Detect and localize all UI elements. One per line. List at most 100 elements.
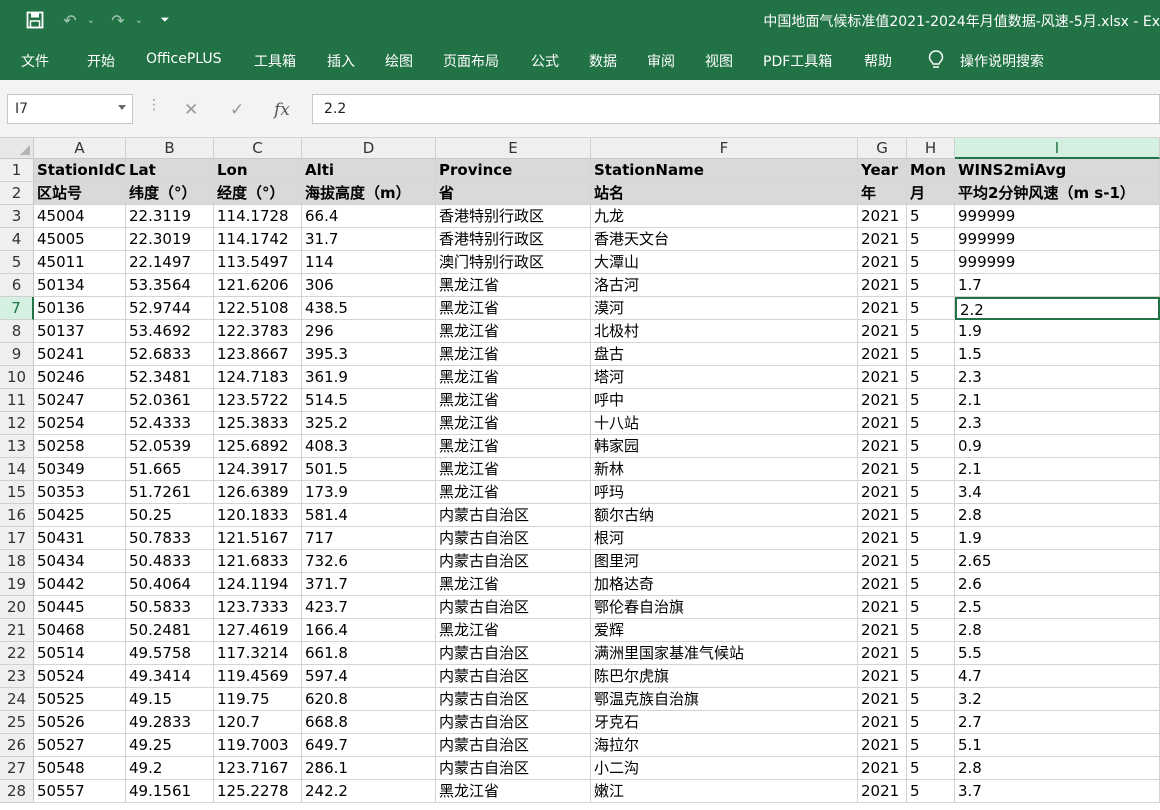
cell-e10[interactable]: 黑龙江省 xyxy=(436,366,591,389)
cell-i1[interactable]: WINS2miAvg xyxy=(955,159,1160,182)
cell-i9[interactable]: 1.5 xyxy=(955,343,1160,366)
cell-f16[interactable]: 额尔古纳 xyxy=(591,504,858,527)
cell-e25[interactable]: 内蒙古自治区 xyxy=(436,711,591,734)
tell-me-search[interactable]: 操作说明搜索 xyxy=(960,51,1044,71)
cell-b27[interactable]: 49.2 xyxy=(126,757,214,780)
cell-a21[interactable]: 50468 xyxy=(34,619,126,642)
cell-c14[interactable]: 124.3917 xyxy=(214,458,302,481)
cell-c15[interactable]: 126.6389 xyxy=(214,481,302,504)
cell-i8[interactable]: 1.9 xyxy=(955,320,1160,343)
cell-i20[interactable]: 2.5 xyxy=(955,596,1160,619)
cell-i15[interactable]: 3.4 xyxy=(955,481,1160,504)
tab-review[interactable]: 审阅 xyxy=(647,51,675,71)
cell-h20[interactable]: 5 xyxy=(907,596,955,619)
cell-f28[interactable]: 嫩江 xyxy=(591,780,858,803)
row-header-8[interactable]: 8 xyxy=(0,320,34,343)
cell-a27[interactable]: 50548 xyxy=(34,757,126,780)
formula-input[interactable]: 2.2 xyxy=(312,94,1160,124)
cell-f10[interactable]: 塔河 xyxy=(591,366,858,389)
cell-a25[interactable]: 50526 xyxy=(34,711,126,734)
worksheet-grid[interactable]: ABCDEFGHI 1 StationIdC Lat Lon Alti Province S… xyxy=(0,138,1160,810)
cell-f12[interactable]: 十八站 xyxy=(591,412,858,435)
cell-a6[interactable]: 50134 xyxy=(34,274,126,297)
row-header-26[interactable]: 26 xyxy=(0,734,34,757)
tab-toolbox[interactable]: 工具箱 xyxy=(254,51,296,71)
cell-g4[interactable]: 2021 xyxy=(858,228,907,251)
cell-f11[interactable]: 呼中 xyxy=(591,389,858,412)
cell-g18[interactable]: 2021 xyxy=(858,550,907,573)
cell-e5[interactable]: 澳门特别行政区 xyxy=(436,251,591,274)
cell-b5[interactable]: 22.1497 xyxy=(126,251,214,274)
cell-g6[interactable]: 2021 xyxy=(858,274,907,297)
tab-draw[interactable]: 绘图 xyxy=(385,51,413,71)
cell-e7[interactable]: 黑龙江省 xyxy=(436,297,591,320)
cell-i26[interactable]: 5.1 xyxy=(955,734,1160,757)
cell-a19[interactable]: 50442 xyxy=(34,573,126,596)
cell-i21[interactable]: 2.8 xyxy=(955,619,1160,642)
cell-g21[interactable]: 2021 xyxy=(858,619,907,642)
column-header-f[interactable]: F xyxy=(591,138,858,159)
cell-a26[interactable]: 50527 xyxy=(34,734,126,757)
cell-i12[interactable]: 2.3 xyxy=(955,412,1160,435)
cell-c17[interactable]: 121.5167 xyxy=(214,527,302,550)
column-header-e[interactable]: E xyxy=(436,138,591,159)
cell-c28[interactable]: 125.2278 xyxy=(214,780,302,803)
cell-i23[interactable]: 4.7 xyxy=(955,665,1160,688)
cell-b22[interactable]: 49.5758 xyxy=(126,642,214,665)
row-header-27[interactable]: 27 xyxy=(0,757,34,780)
cell-c10[interactable]: 124.7183 xyxy=(214,366,302,389)
cell-e8[interactable]: 黑龙江省 xyxy=(436,320,591,343)
cell-i22[interactable]: 5.5 xyxy=(955,642,1160,665)
cell-i25[interactable]: 2.7 xyxy=(955,711,1160,734)
undo-dropdown-icon[interactable]: ⌄ xyxy=(84,8,98,32)
cell-b28[interactable]: 49.1561 xyxy=(126,780,214,803)
cell-e21[interactable]: 黑龙江省 xyxy=(436,619,591,642)
cell-d21[interactable]: 166.4 xyxy=(302,619,436,642)
tab-insert[interactable]: 插入 xyxy=(327,51,355,71)
cell-e12[interactable]: 黑龙江省 xyxy=(436,412,591,435)
cell-h28[interactable]: 5 xyxy=(907,780,955,803)
cell-d14[interactable]: 501.5 xyxy=(302,458,436,481)
cell-i10[interactable]: 2.3 xyxy=(955,366,1160,389)
column-header-d[interactable]: D xyxy=(302,138,436,159)
customize-quick-access-icon[interactable]: ⏷ xyxy=(158,8,172,32)
cell-f7[interactable]: 漠河 xyxy=(591,297,858,320)
cell-h14[interactable]: 5 xyxy=(907,458,955,481)
cell-g28[interactable]: 2021 xyxy=(858,780,907,803)
cell-c27[interactable]: 123.7167 xyxy=(214,757,302,780)
cell-d26[interactable]: 649.7 xyxy=(302,734,436,757)
cell-d25[interactable]: 668.8 xyxy=(302,711,436,734)
cell-g24[interactable]: 2021 xyxy=(858,688,907,711)
cell-f24[interactable]: 鄂温克族自治旗 xyxy=(591,688,858,711)
cell-e3[interactable]: 香港特别行政区 xyxy=(436,205,591,228)
cell-f26[interactable]: 海拉尔 xyxy=(591,734,858,757)
cell-i2[interactable]: 平均2分钟风速（m s-1） xyxy=(955,182,1160,205)
column-header-a[interactable]: A xyxy=(34,138,126,159)
cell-d7[interactable]: 438.5 xyxy=(302,297,436,320)
cell-f15[interactable]: 呼玛 xyxy=(591,481,858,504)
cell-b14[interactable]: 51.665 xyxy=(126,458,214,481)
cell-g20[interactable]: 2021 xyxy=(858,596,907,619)
save-icon[interactable] xyxy=(22,8,48,32)
row-header-9[interactable]: 9 xyxy=(0,343,34,366)
row-header-22[interactable]: 22 xyxy=(0,642,34,665)
cell-e11[interactable]: 黑龙江省 xyxy=(436,389,591,412)
row-header-3[interactable]: 3 xyxy=(0,205,34,228)
cell-d10[interactable]: 361.9 xyxy=(302,366,436,389)
cell-d15[interactable]: 173.9 xyxy=(302,481,436,504)
lightbulb-icon[interactable] xyxy=(928,49,944,75)
cell-d6[interactable]: 306 xyxy=(302,274,436,297)
cell-f8[interactable]: 北极村 xyxy=(591,320,858,343)
cell-h21[interactable]: 5 xyxy=(907,619,955,642)
cell-b7[interactable]: 52.9744 xyxy=(126,297,214,320)
cell-i27[interactable]: 2.8 xyxy=(955,757,1160,780)
cell-c21[interactable]: 127.4619 xyxy=(214,619,302,642)
row-header-6[interactable]: 6 xyxy=(0,274,34,297)
cell-a11[interactable]: 50247 xyxy=(34,389,126,412)
cell-a5[interactable]: 45011 xyxy=(34,251,126,274)
name-box[interactable]: I7 xyxy=(7,94,133,124)
cell-b12[interactable]: 52.4333 xyxy=(126,412,214,435)
cell-e13[interactable]: 黑龙江省 xyxy=(436,435,591,458)
cell-d4[interactable]: 31.7 xyxy=(302,228,436,251)
cell-b1[interactable]: Lat xyxy=(126,159,214,182)
